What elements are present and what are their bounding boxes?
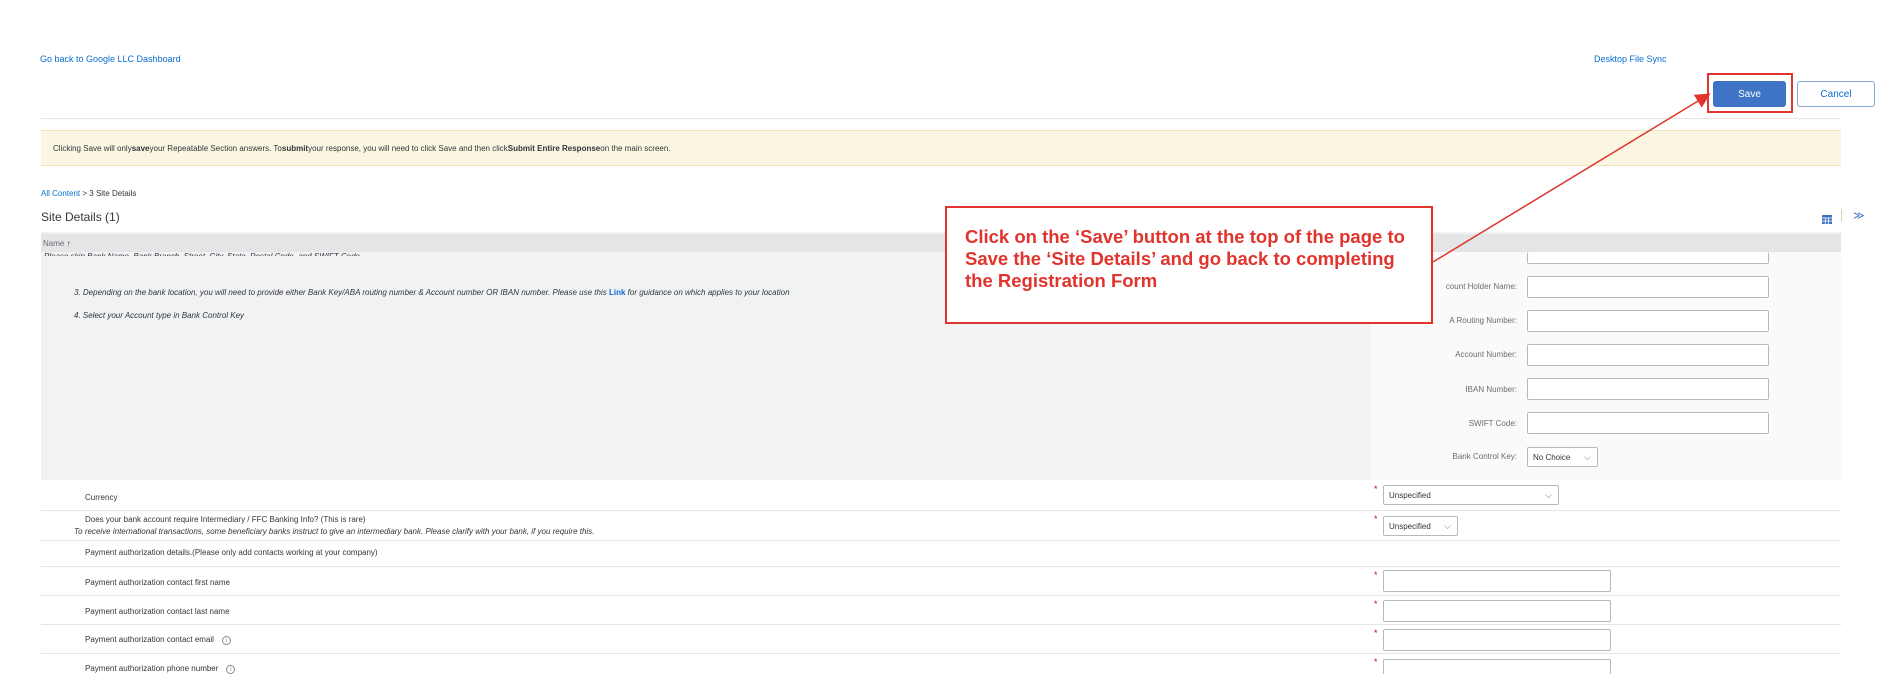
name-column-label: Name	[43, 238, 65, 248]
first-name-label: Payment authorization contact first name	[85, 578, 230, 587]
account-number-input[interactable]	[1527, 344, 1769, 366]
table-view-icon[interactable]	[1822, 211, 1832, 224]
collapse-chevron-icon[interactable]: ≫	[1853, 209, 1865, 222]
banner-text: Clicking Save will only	[53, 143, 132, 153]
intermediary-label: Does your bank account require Intermedi…	[85, 515, 366, 524]
instruction-line-3: 3. Depending on the bank location, you w…	[74, 288, 790, 297]
bank-control-key-label: Bank Control Key:	[1452, 452, 1517, 461]
bank-control-key-select[interactable]: No Choice ⌵	[1527, 447, 1598, 467]
banner-bold-submit: submit	[281, 143, 309, 153]
back-to-dashboard-link[interactable]: Go back to Google LLC Dashboard	[40, 54, 181, 64]
last-name-label: Payment authorization contact last name	[85, 607, 230, 616]
instruction-text: 3. Depending on the bank location, you w…	[74, 288, 609, 297]
guidance-link[interactable]: Link	[609, 288, 625, 297]
section-title: Site Details (1)	[41, 210, 120, 224]
save-instruction-callout: Click on the ‘Save’ button at the top of…	[945, 206, 1433, 324]
breadcrumb-all-content[interactable]: All Content	[41, 189, 80, 198]
name-column-header[interactable]: Name ↑	[41, 234, 1841, 252]
required-asterisk: *	[1374, 484, 1378, 494]
iban-input[interactable]	[1527, 378, 1769, 400]
currency-row: Currency	[41, 482, 1841, 511]
bank-control-key-value: No Choice	[1533, 452, 1571, 462]
info-icon[interactable]: i	[226, 665, 236, 674]
breadcrumb-current: 3 Site Details	[89, 189, 137, 198]
required-asterisk: *	[1374, 628, 1378, 638]
phone-label: Payment authorization phone number	[85, 664, 219, 673]
email-label-wrap: Payment authorization contact email i	[85, 635, 231, 645]
save-button[interactable]: Save	[1713, 81, 1786, 107]
chevron-down-icon: ⌵	[1584, 451, 1591, 462]
last-name-input[interactable]	[1383, 600, 1611, 622]
banner-bold-submit-entire: Submit Entire Response	[507, 143, 601, 153]
swift-input[interactable]	[1527, 412, 1769, 434]
required-asterisk: *	[1374, 514, 1378, 524]
aba-routing-input[interactable]	[1527, 310, 1769, 332]
instruction-line-4: 4. Select your Account type in Bank Cont…	[74, 311, 245, 320]
required-asterisk: *	[1374, 599, 1378, 609]
currency-value: Unspecified	[1389, 490, 1431, 500]
phone-input[interactable]	[1383, 659, 1611, 674]
bank-field-input-partial[interactable]	[1527, 252, 1769, 264]
info-banner: Clicking Save will only save your Repeat…	[41, 130, 1841, 166]
icon-divider	[1841, 209, 1842, 222]
banner-text: your Repeatable Section answers. To	[149, 143, 282, 153]
info-icon[interactable]: i	[221, 636, 231, 645]
header-divider	[41, 118, 1841, 119]
breadcrumb-separator: >	[80, 189, 90, 198]
intermediary-row: Does your bank account require Intermedi…	[41, 511, 1841, 541]
banner-text: on the main screen.	[600, 143, 671, 153]
breadcrumb: All Content > 3 Site Details	[41, 189, 136, 198]
intermediary-select[interactable]: Unspecified ⌵	[1383, 516, 1458, 536]
required-asterisk: *	[1374, 570, 1378, 580]
instruction-cut-line: Please skip Bank Name, Bank Branch, Stre…	[44, 252, 362, 256]
sort-ascending-icon: ↑	[66, 238, 71, 248]
currency-select[interactable]: Unspecified ⌵	[1383, 485, 1559, 505]
payment-auth-header-row: Payment authorization details.(Please on…	[41, 541, 1841, 567]
account-holder-input[interactable]	[1527, 276, 1769, 298]
intermediary-value: Unspecified	[1389, 521, 1431, 531]
email-input[interactable]	[1383, 629, 1611, 651]
desktop-file-sync-link[interactable]: Desktop File Sync	[1594, 54, 1667, 64]
required-asterisk: *	[1374, 657, 1378, 667]
first-name-input[interactable]	[1383, 570, 1611, 592]
intermediary-note: To receive international transactions, s…	[74, 527, 595, 536]
banner-text: your response, you will need to click Sa…	[308, 143, 508, 153]
currency-label: Currency	[85, 493, 118, 502]
swift-label: SWIFT Code:	[1468, 419, 1517, 428]
email-label: Payment authorization contact email	[85, 635, 214, 644]
page: Go back to Google LLC Dashboard Desktop …	[0, 0, 1897, 674]
phone-label-wrap: Payment authorization phone number i	[85, 664, 236, 674]
cancel-button[interactable]: Cancel	[1797, 81, 1875, 107]
iban-label: IBAN Number:	[1465, 385, 1517, 394]
account-number-label: Account Number:	[1455, 350, 1517, 359]
chevron-down-icon: ⌵	[1545, 489, 1552, 500]
banner-bold-save: save	[131, 143, 150, 153]
payment-auth-header: Payment authorization details.(Please on…	[85, 548, 378, 557]
chevron-down-icon: ⌵	[1444, 520, 1451, 531]
instruction-text: for guidance on which applies to your lo…	[625, 288, 790, 297]
